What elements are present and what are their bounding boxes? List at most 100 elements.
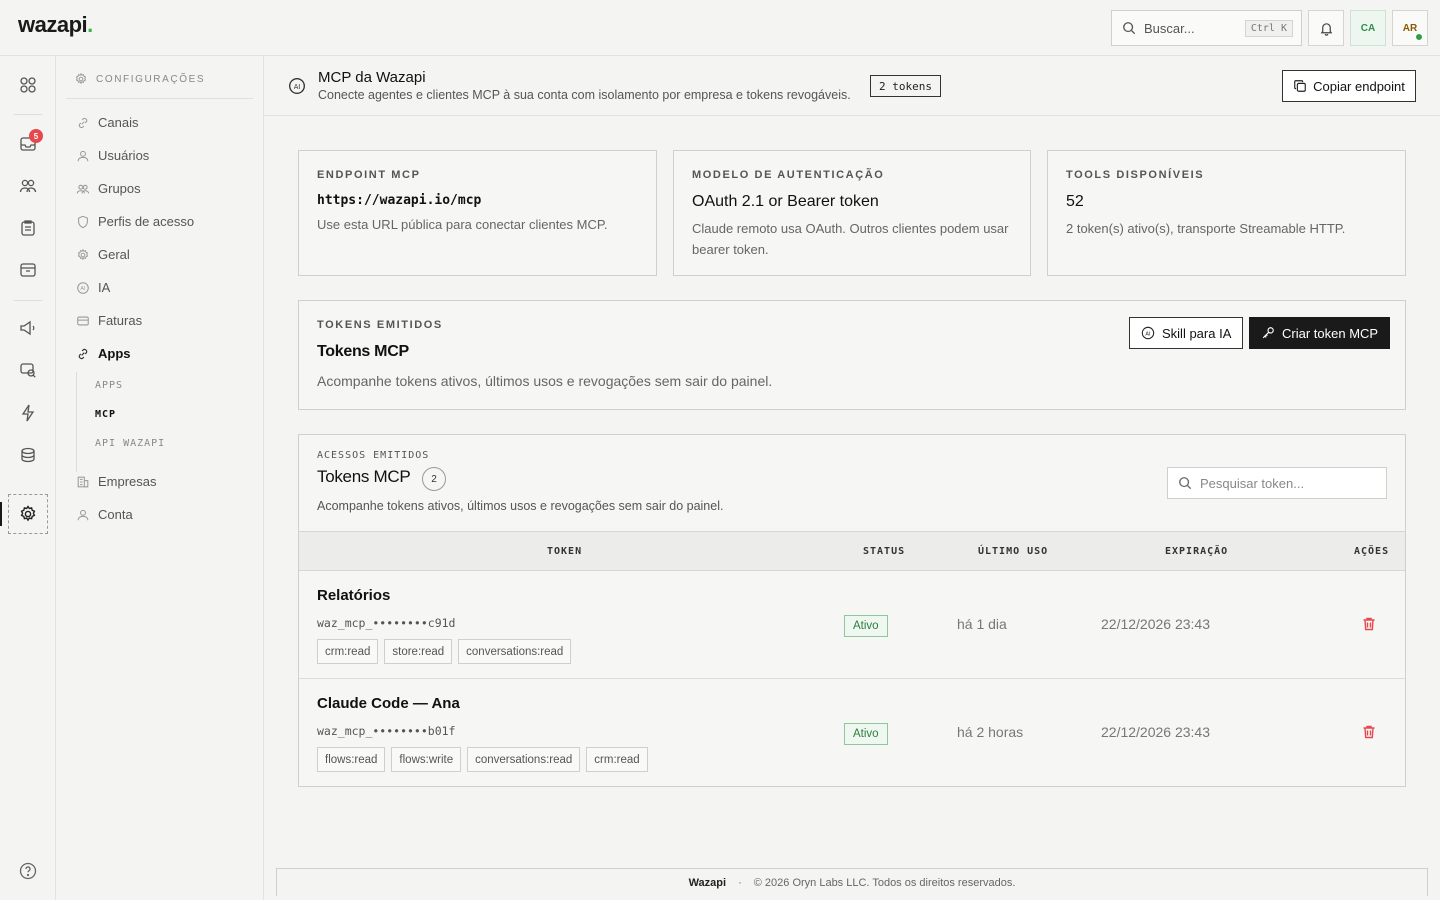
tools-card: TOOLS DISPONÍVEIS 52 2 token(s) ativo(s)…: [1047, 150, 1406, 276]
submenu-line: [76, 372, 77, 472]
online-indicator: [1415, 33, 1423, 41]
endpoint-url[interactable]: https://wazapi.io/mcp: [317, 193, 481, 208]
sidebar-item-label: Conta: [98, 507, 133, 522]
scope-tag: crm:read: [317, 639, 379, 664]
building-icon: [76, 475, 90, 489]
key-icon: [1261, 326, 1275, 340]
settings-gear-icon[interactable]: [18, 504, 38, 524]
chat-search-icon[interactable]: [18, 360, 38, 380]
sidebar-item-apps[interactable]: Apps: [76, 346, 131, 361]
column-expiration: EXPIRAÇÃO: [1165, 546, 1229, 557]
gear-icon: [76, 248, 90, 262]
svg-text:AI: AI: [80, 286, 86, 292]
company-avatar[interactable]: CA: [1350, 10, 1386, 46]
token-scopes: flows:read flows:write conversations:rea…: [317, 747, 648, 772]
auth-model-value: OAuth 2.1 or Bearer token: [692, 193, 879, 210]
column-status: STATUS: [863, 546, 906, 557]
user-icon: [76, 508, 90, 522]
sidebar-item-perfis[interactable]: Perfis de acesso: [76, 214, 194, 229]
panel-description: Acompanhe tokens ativos, últimos usos e …: [317, 373, 773, 389]
skill-ai-button[interactable]: AI Skill para IA: [1129, 317, 1244, 349]
dashboard-icon[interactable]: [18, 75, 38, 95]
submenu-item-apps[interactable]: APPS: [95, 380, 123, 391]
ai-icon: AI: [76, 281, 90, 295]
bell-icon: [1319, 21, 1334, 36]
footer-separator: ·: [738, 876, 742, 889]
column-last-used: ÚLTIMO USO: [978, 546, 1049, 557]
help-icon[interactable]: [18, 861, 38, 881]
notifications-button[interactable]: [1308, 10, 1344, 46]
global-search[interactable]: Buscar... Ctrl K: [1111, 10, 1302, 46]
token-count-badge: 2 tokens: [870, 75, 941, 97]
user-avatar[interactable]: AR: [1392, 10, 1428, 46]
sidebar-item-label: Canais: [98, 115, 139, 130]
search-placeholder: Buscar...: [1144, 20, 1195, 36]
footer-brand: Wazapi: [688, 876, 727, 889]
status-badge: Ativo: [844, 615, 888, 637]
sidebar-item-faturas[interactable]: Faturas: [76, 313, 142, 328]
top-bar: wazapi. Buscar... Ctrl K CA AR: [0, 0, 1440, 56]
card-description: 2 token(s) ativo(s), transporte Streamab…: [1066, 221, 1346, 236]
ai-icon: AI: [288, 77, 306, 95]
scope-tag: crm:read: [586, 747, 648, 772]
endpoint-card: ENDPOINT MCP https://wazapi.io/mcp Use e…: [298, 150, 657, 276]
shortcut-hint: Ctrl K: [1244, 19, 1293, 37]
sidebar-item-canais[interactable]: Canais: [76, 115, 138, 130]
sidebar-item-ia[interactable]: AI IA: [76, 280, 110, 295]
expiration-date: 22/12/2026 23:43: [1101, 724, 1210, 740]
table-row: Relatórios waz_mcp_••••••••c91d crm:read…: [299, 571, 1405, 679]
submenu-item-mcp[interactable]: MCP: [95, 409, 116, 420]
rail-divider: [14, 300, 42, 301]
card-label: ENDPOINT MCP: [317, 169, 421, 181]
sidebar-item-label: Empresas: [98, 474, 157, 489]
active-indicator: [0, 502, 2, 526]
shield-icon: [76, 215, 90, 229]
submenu-item-api-wazapi[interactable]: API WAZAPI: [95, 438, 165, 449]
page-title: MCP da Wazapi: [318, 69, 426, 86]
divider: [66, 98, 253, 99]
sidebar-item-usuarios[interactable]: Usuários: [76, 148, 149, 163]
wazapi-logo[interactable]: wazapi.: [18, 12, 93, 38]
copy-endpoint-button[interactable]: Copiar endpoint: [1282, 70, 1416, 102]
skill-ai-label: Skill para IA: [1162, 325, 1232, 341]
tokens-table-panel: ACESSOS EMITIDOS Tokens MCP 2 Acompanhe …: [298, 434, 1406, 787]
tasks-icon[interactable]: [18, 218, 38, 238]
settings-nav-heading: CONFIGURAÇÕES: [74, 72, 205, 86]
contacts-icon[interactable]: [18, 176, 38, 196]
create-token-button[interactable]: Criar token MCP: [1249, 317, 1391, 349]
sidebar-item-empresas[interactable]: Empresas: [76, 474, 157, 489]
sidebar-item-grupos[interactable]: Grupos: [76, 181, 141, 196]
settings-nav: CONFIGURAÇÕES Canais Usuários Grupos Per…: [56, 56, 264, 900]
column-token: TOKEN: [547, 546, 583, 557]
footer-copyright: © 2026 Oryn Labs LLC. Todos os direitos …: [753, 876, 1016, 889]
tokens-issued-panel: TOKENS EMITIDOS Tokens MCP Acompanhe tok…: [298, 300, 1406, 410]
database-icon[interactable]: [18, 445, 38, 465]
trash-icon[interactable]: [1361, 724, 1377, 740]
scope-tag: store:read: [384, 639, 453, 664]
search-icon: [1178, 476, 1192, 490]
trash-icon[interactable]: [1361, 616, 1377, 632]
search-icon: [1122, 21, 1136, 35]
token-search-input[interactable]: Pesquisar token...: [1167, 467, 1387, 499]
card-icon: [76, 314, 90, 328]
token-name: Claude Code — Ana: [317, 695, 460, 712]
panel-description: Acompanhe tokens ativos, últimos usos e …: [317, 499, 724, 513]
svg-text:AI: AI: [1145, 331, 1151, 337]
sidebar-item-label: Grupos: [98, 181, 141, 196]
tools-count: 52: [1066, 193, 1084, 210]
sidebar-item-label: Perfis de acesso: [98, 214, 195, 229]
footer: Wazapi · © 2026 Oryn Labs LLC. Todos os …: [276, 868, 1428, 896]
automations-icon[interactable]: [18, 403, 38, 423]
page-subtitle: Conecte agentes e clientes MCP à sua con…: [318, 88, 851, 102]
card-description: Use esta URL pública para conectar clien…: [317, 217, 608, 232]
gear-icon: [74, 72, 88, 86]
campaigns-icon[interactable]: [18, 318, 38, 338]
store-icon[interactable]: [18, 260, 38, 280]
sidebar-item-conta[interactable]: Conta: [76, 507, 133, 522]
last-used: há 1 dia: [957, 616, 1007, 632]
card-label: MODELO DE AUTENTICAÇÃO: [692, 169, 885, 181]
sidebar-item-geral[interactable]: Geral: [76, 247, 130, 262]
rail-divider: [14, 114, 42, 115]
copy-icon: [1293, 79, 1307, 93]
sidebar-item-label: IA: [98, 280, 111, 295]
